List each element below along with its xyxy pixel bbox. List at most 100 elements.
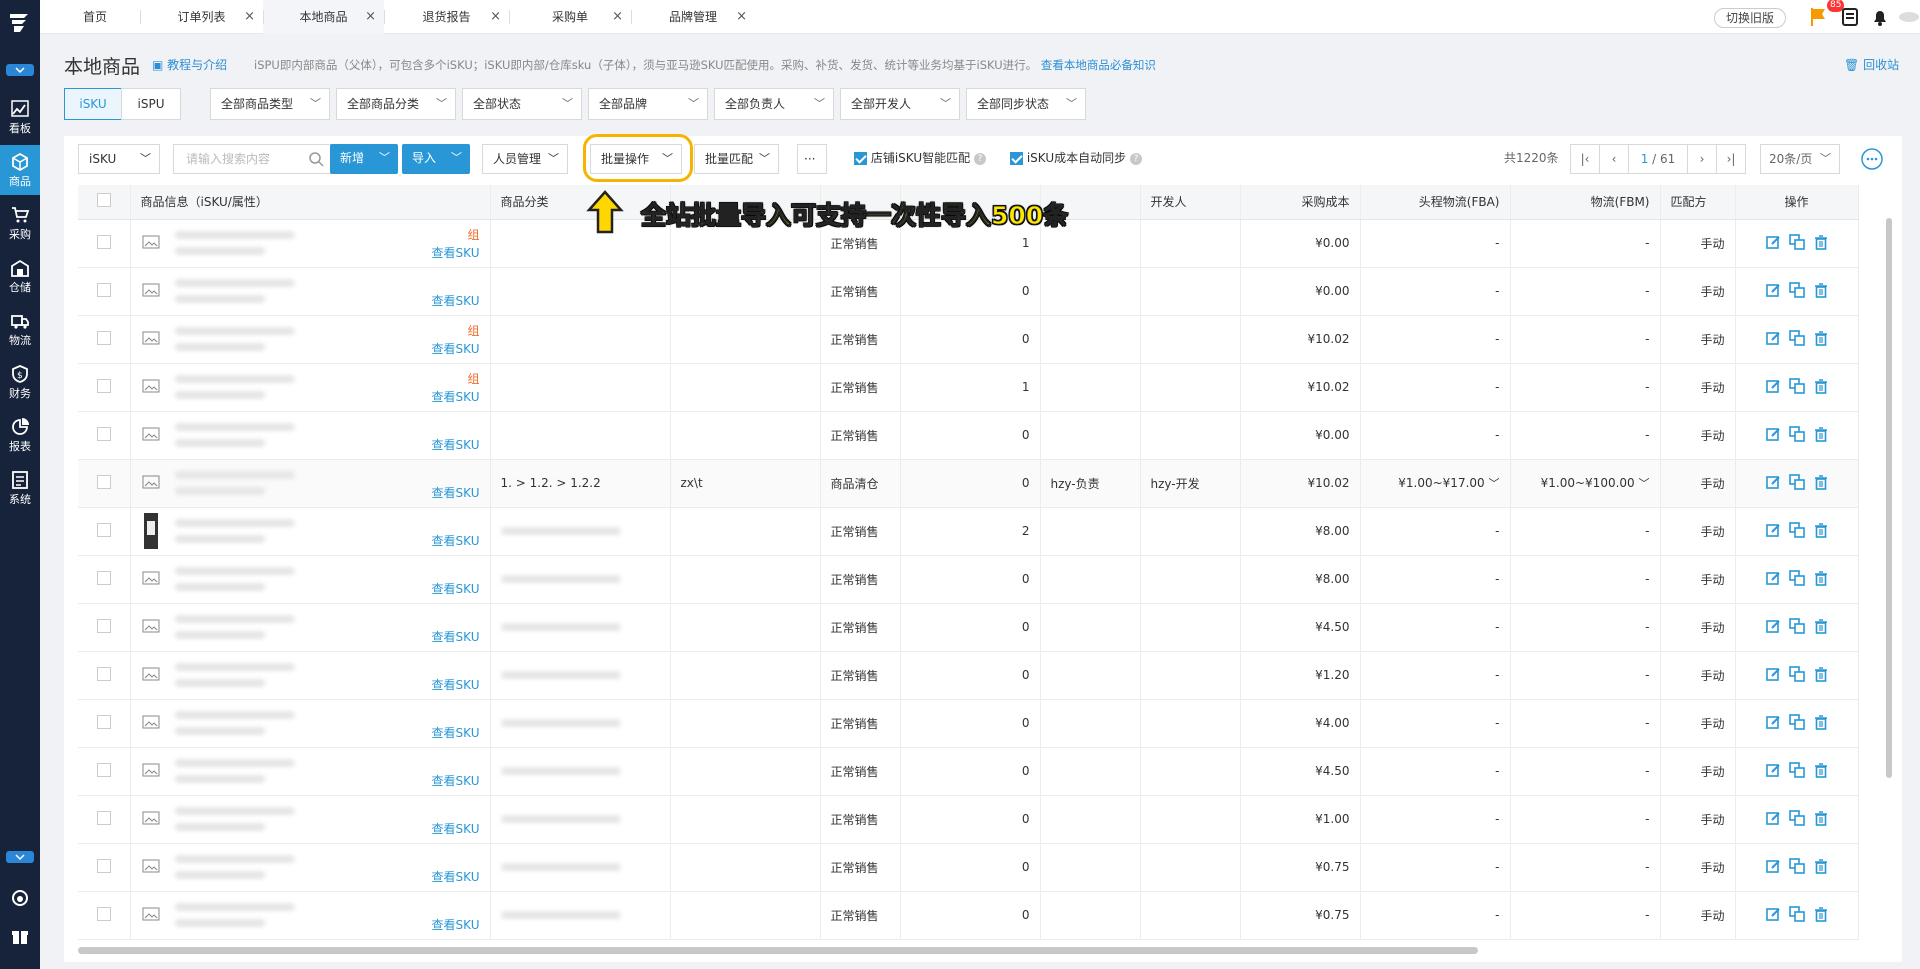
sidebar-item-3[interactable]: 仓储 (0, 251, 40, 301)
table-row[interactable]: 查看SKU 正常销售 0 ¥0.00- - 手动 (78, 411, 1859, 460)
sidebar-item-0[interactable]: 看板 (0, 92, 40, 142)
delete-icon[interactable] (1813, 714, 1829, 730)
copy-icon[interactable] (1788, 569, 1805, 586)
first-page-button[interactable]: |‹ (1570, 144, 1600, 174)
copy-icon[interactable] (1788, 521, 1805, 538)
table-row[interactable]: 组查看SKU 正常销售 0 ¥10.02- - 手动 (78, 315, 1859, 364)
delete-icon[interactable] (1813, 474, 1829, 490)
delete-icon[interactable] (1813, 426, 1829, 442)
tab-1[interactable]: 订单列表 × (140, 0, 263, 34)
gift-icon[interactable] (10, 926, 30, 946)
filter-dropdown-6[interactable]: 全部同步状态 ﹀ (966, 88, 1086, 120)
delete-icon[interactable] (1813, 666, 1829, 682)
table-row[interactable]: 查看SKU 正常销售 0 ¥4.50- - 手动 (78, 747, 1859, 796)
row-checkbox[interactable] (78, 843, 131, 892)
view-sku-link[interactable]: 查看SKU (432, 484, 480, 501)
view-sku-link[interactable]: 查看SKU (432, 772, 480, 789)
fba-logistics-cell[interactable]: ¥1.00~¥17.00 ﹀ (1360, 459, 1511, 508)
copy-icon[interactable] (1788, 377, 1805, 394)
edit-icon[interactable] (1765, 858, 1781, 874)
copy-icon[interactable] (1788, 761, 1805, 778)
edit-icon[interactable] (1765, 474, 1781, 490)
edit-icon[interactable] (1765, 570, 1781, 586)
row-checkbox[interactable] (78, 219, 131, 268)
view-sku-link[interactable]: 查看SKU (432, 532, 480, 549)
copy-icon[interactable] (1788, 425, 1805, 442)
batch-match-button[interactable]: 批量匹配 ﹀ (694, 144, 779, 174)
copy-icon[interactable] (1788, 665, 1805, 682)
tutorial-link[interactable]: ▣ 教程与介绍 (152, 56, 227, 73)
bell-icon[interactable] (1870, 6, 1890, 28)
headset-icon[interactable] (10, 888, 30, 908)
delete-icon[interactable] (1813, 858, 1829, 874)
seg-isku[interactable]: iSKU (64, 88, 122, 120)
edit-icon[interactable] (1765, 666, 1781, 682)
close-icon[interactable]: × (490, 0, 501, 34)
close-icon[interactable]: × (612, 0, 623, 34)
filter-dropdown-4[interactable]: 全部负责人 ﹀ (714, 88, 834, 120)
delete-icon[interactable] (1813, 378, 1829, 394)
copy-icon[interactable] (1788, 329, 1805, 346)
notepad-icon[interactable] (1840, 6, 1860, 28)
edit-icon[interactable] (1765, 234, 1781, 250)
view-sku-link[interactable]: 查看SKU (432, 244, 480, 261)
table-row[interactable]: 查看SKU 正常销售 2 ¥8.00- - 手动 (78, 507, 1859, 556)
delete-icon[interactable] (1813, 906, 1829, 922)
copy-icon[interactable] (1788, 809, 1805, 826)
tab-2[interactable]: 本地商品 × (263, 0, 384, 34)
row-checkbox[interactable] (78, 459, 131, 508)
tab-4[interactable]: 采购单 × (509, 0, 631, 34)
edit-icon[interactable] (1765, 762, 1781, 778)
view-sku-link[interactable]: 查看SKU (432, 580, 480, 597)
edit-icon[interactable] (1765, 810, 1781, 826)
edit-icon[interactable] (1765, 378, 1781, 394)
settings-circle-icon[interactable] (1860, 147, 1884, 171)
delete-icon[interactable] (1813, 762, 1829, 778)
copy-icon[interactable] (1788, 617, 1805, 634)
edit-icon[interactable] (1765, 906, 1781, 922)
last-page-button[interactable]: ›| (1716, 144, 1746, 174)
edit-icon[interactable] (1765, 618, 1781, 634)
recycle-bin-link[interactable]: 🗑 回收站 (1844, 56, 1899, 73)
prev-page-button[interactable]: ‹ (1599, 144, 1629, 174)
import-button[interactable]: 导入 ﹀ (402, 144, 470, 174)
header-select-all[interactable] (78, 185, 131, 220)
filter-dropdown-3[interactable]: 全部品牌 ﹀ (588, 88, 708, 120)
table-row[interactable]: 查看SKU 正常销售 0 ¥1.20- - 手动 (78, 651, 1859, 700)
staff-management-button[interactable]: 人员管理 ﹀ (482, 144, 568, 174)
seg-ispu[interactable]: iSPU (121, 88, 181, 120)
copy-icon[interactable] (1788, 713, 1805, 730)
row-checkbox[interactable] (78, 555, 131, 604)
vertical-scrollbar[interactable] (1886, 218, 1892, 778)
view-sku-link[interactable]: 查看SKU (432, 388, 480, 405)
sidebar-item-1[interactable]: 商品 (0, 145, 40, 195)
delete-icon[interactable] (1813, 618, 1829, 634)
edit-icon[interactable] (1765, 426, 1781, 442)
row-checkbox[interactable] (78, 507, 131, 556)
search-type-select[interactable]: iSKU ﹀ (78, 144, 160, 174)
sidebar-item-7[interactable]: 系统 (0, 463, 40, 513)
delete-icon[interactable] (1813, 810, 1829, 826)
search-icon[interactable] (308, 151, 324, 167)
delete-icon[interactable] (1813, 282, 1829, 298)
edit-icon[interactable] (1765, 282, 1781, 298)
close-icon[interactable]: × (736, 0, 747, 34)
sidebar-expand-toggle[interactable] (6, 851, 34, 863)
delete-icon[interactable] (1813, 570, 1829, 586)
row-checkbox[interactable] (78, 603, 131, 652)
row-checkbox[interactable] (78, 795, 131, 844)
next-page-button[interactable]: › (1687, 144, 1717, 174)
switch-old-version-button[interactable]: 切换旧版 (1714, 8, 1786, 28)
table-row[interactable]: 查看SKU 1. > 1.2. > 1.2.2 zx\t 商品清仓 0 hzy-负责 hzy… (78, 459, 1859, 508)
table-row[interactable]: 查看SKU 正常销售 0 ¥0.75- - 手动 (78, 843, 1859, 892)
view-sku-link[interactable]: 查看SKU (432, 628, 480, 645)
sidebar-item-2[interactable]: 采购 (0, 198, 40, 248)
edit-icon[interactable] (1765, 522, 1781, 538)
row-checkbox[interactable] (78, 411, 131, 460)
filter-dropdown-5[interactable]: 全部开发人 ﹀ (840, 88, 960, 120)
close-icon[interactable]: × (244, 0, 255, 34)
sidebar-item-4[interactable]: 物流 (0, 304, 40, 354)
row-checkbox[interactable] (78, 699, 131, 748)
delete-icon[interactable] (1813, 522, 1829, 538)
user-avatar-icon[interactable] (1898, 9, 1920, 23)
